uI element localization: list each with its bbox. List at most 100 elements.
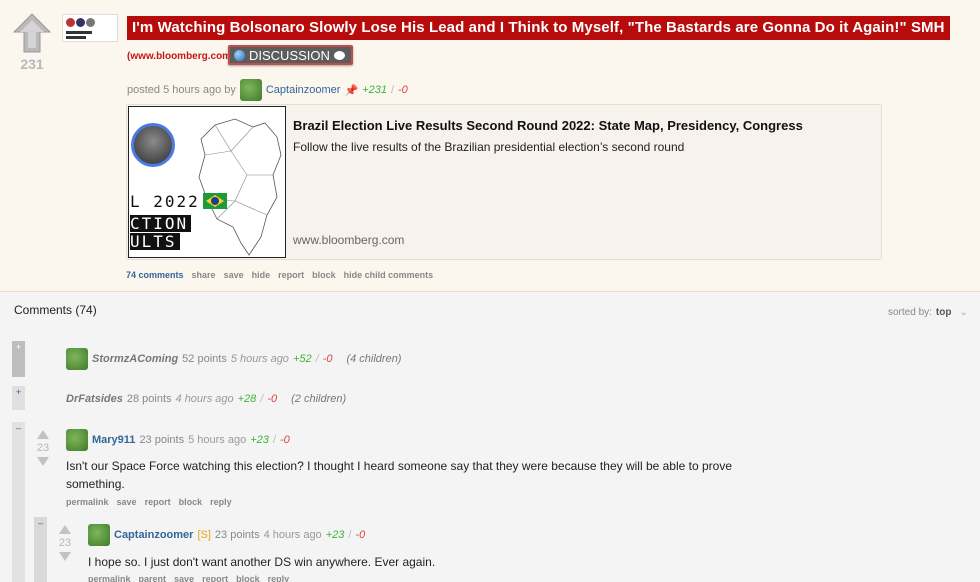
comment-downvotes: -0 — [279, 434, 290, 446]
post-meta: posted 5 hours ago by Captainzoomer 📌 +2… — [127, 79, 408, 101]
comment-collapse-toggle[interactable]: + — [12, 386, 25, 410]
sort-label: sorted by: — [888, 307, 932, 318]
frog-avatar-icon[interactable] — [66, 348, 88, 370]
comment-points: 28 points — [126, 393, 172, 405]
submitter-flair: [S] — [197, 529, 211, 541]
discussion-label: DISCUSSION — [249, 48, 330, 63]
comment-downvotes: -0 — [322, 353, 333, 365]
post-thumbnail[interactable] — [62, 14, 118, 42]
comments-title: Comments (74) — [14, 303, 97, 317]
comment-actions: permalink save report block reply — [66, 497, 232, 507]
upvote-arrow-icon[interactable] — [59, 525, 71, 534]
portrait-image — [131, 123, 175, 167]
post-author-link[interactable]: Captainzoomer — [266, 84, 341, 96]
report-button[interactable]: report — [145, 497, 171, 507]
permalink-button[interactable]: permalink — [66, 497, 109, 507]
block-button[interactable]: block — [312, 270, 336, 280]
report-button[interactable]: report — [202, 574, 228, 582]
comment-body: I hope so. I just don't want another DS … — [88, 555, 436, 569]
comments-link[interactable]: 74 comments — [126, 270, 184, 280]
comment-children-count: (4 children) — [346, 353, 402, 365]
save-button[interactable]: save — [224, 270, 244, 280]
comment-score: 23 — [58, 537, 72, 549]
comment-time: 5 hours ago — [230, 353, 289, 365]
save-button[interactable]: save — [117, 497, 137, 507]
sort-value[interactable]: top — [936, 307, 952, 318]
chevron-down-icon[interactable]: ⌄ — [959, 307, 967, 318]
comment-downvotes: -0 — [267, 393, 278, 405]
brazil-map-icon — [198, 118, 282, 256]
link-preview-description: Follow the live results of the Brazilian… — [293, 140, 685, 154]
comment-collapse-toggle[interactable]: – — [34, 517, 47, 582]
parent-button[interactable]: parent — [139, 574, 167, 582]
comment-children-count: (2 children) — [291, 393, 347, 405]
vote-separator: / — [348, 529, 352, 541]
comment-upvotes: +52 — [292, 353, 312, 365]
hide-button[interactable]: hide — [252, 270, 271, 280]
comment-author[interactable]: Mary911 — [92, 434, 135, 446]
discussion-button[interactable]: DISCUSSION — [228, 45, 353, 65]
link-preview-title[interactable]: Brazil Election Live Results Second Roun… — [293, 118, 803, 133]
frog-avatar-icon[interactable] — [88, 524, 110, 546]
speech-bubble-icon — [333, 51, 345, 60]
comment-collapsed: StormzAComing 52 points 5 hours ago +52 … — [66, 348, 401, 370]
comments-header: Comments (74) sorted by: top ⌄ — [0, 292, 980, 332]
comment-tagline: Captainzoomer [S] 23 points 4 hours ago … — [88, 524, 365, 546]
vote-separator: / — [260, 393, 264, 405]
downvote-arrow-icon[interactable] — [59, 552, 71, 561]
share-button[interactable]: share — [192, 270, 216, 280]
post-container: 231 I'm Watching Bolsonaro Slowly Lose H… — [0, 0, 980, 292]
vote-separator: / — [272, 434, 276, 446]
comment-collapse-toggle[interactable]: – — [12, 422, 25, 582]
permalink-button[interactable]: permalink — [88, 574, 131, 582]
block-button[interactable]: block — [236, 574, 260, 582]
upvote-arrow-icon[interactable] — [37, 430, 49, 439]
comment-score: 23 — [36, 442, 50, 454]
comment-downvotes: -0 — [355, 529, 366, 541]
comment-collapsed: DrFatsides 28 points 4 hours ago +28 / -… — [66, 393, 346, 405]
post-meta-prefix: posted 5 hours ago by — [127, 84, 236, 96]
comment-actions: permalink parent save report block reply — [88, 574, 289, 582]
reply-button[interactable]: reply — [268, 574, 290, 582]
comment-time: 4 hours ago — [175, 393, 234, 405]
report-button[interactable]: report — [278, 270, 304, 280]
frog-avatar-icon[interactable] — [66, 429, 88, 451]
comment-body: Isn't our Space Force watching this elec… — [66, 459, 733, 491]
hide-child-comments-button[interactable]: hide child comments — [344, 270, 434, 280]
link-preview-image: L 2022 CTION ULTS — [128, 106, 286, 258]
vote-separator: / — [390, 84, 394, 96]
reply-button[interactable]: reply — [210, 497, 232, 507]
link-preview-url: www.bloomberg.com — [293, 233, 405, 247]
post-domain[interactable]: (www.bloomberg.com) — [127, 51, 234, 62]
image-caption-line2: CTION — [130, 215, 192, 232]
post-score: 231 — [20, 56, 44, 72]
pin-icon: 📌 — [344, 84, 359, 97]
post-title[interactable]: I'm Watching Bolsonaro Slowly Lose His L… — [127, 16, 950, 40]
comment-points: 23 points — [139, 434, 185, 446]
comment-points: 23 points — [214, 529, 260, 541]
upvote-button[interactable] — [10, 12, 54, 54]
save-button[interactable]: save — [174, 574, 194, 582]
comment-author[interactable]: StormzAComing — [92, 353, 178, 365]
comment-author[interactable]: Captainzoomer — [114, 529, 193, 541]
downvote-arrow-icon[interactable] — [37, 457, 49, 466]
comment-time: 5 hours ago — [188, 434, 247, 446]
comment-upvotes: +28 — [237, 393, 257, 405]
comment-collapse-toggle[interactable]: + — [12, 341, 25, 377]
image-caption-line1: L 2022 — [130, 192, 200, 211]
post-upvotes: +231 — [362, 84, 387, 96]
author-avatar[interactable] — [239, 79, 262, 101]
comment-tagline: Mary911 23 points 5 hours ago +23 / -0 — [66, 429, 290, 451]
link-preview-card[interactable]: L 2022 CTION ULTS Brazil Election Live R… — [126, 104, 882, 260]
comment-author[interactable]: DrFatsides — [66, 393, 123, 405]
post-actions: 74 comments share save hide report block… — [126, 270, 433, 280]
comment-vote: 23 — [33, 430, 53, 466]
block-button[interactable]: block — [179, 497, 203, 507]
sort-selector[interactable]: sorted by: top ⌄ — [888, 307, 968, 318]
upvote-arrow-icon — [12, 13, 52, 53]
brazil-flag-icon — [203, 193, 227, 209]
vote-separator: / — [315, 353, 319, 365]
image-caption-line3: ULTS — [130, 233, 180, 250]
comment-upvotes: +23 — [325, 529, 345, 541]
globe-icon — [234, 50, 245, 61]
